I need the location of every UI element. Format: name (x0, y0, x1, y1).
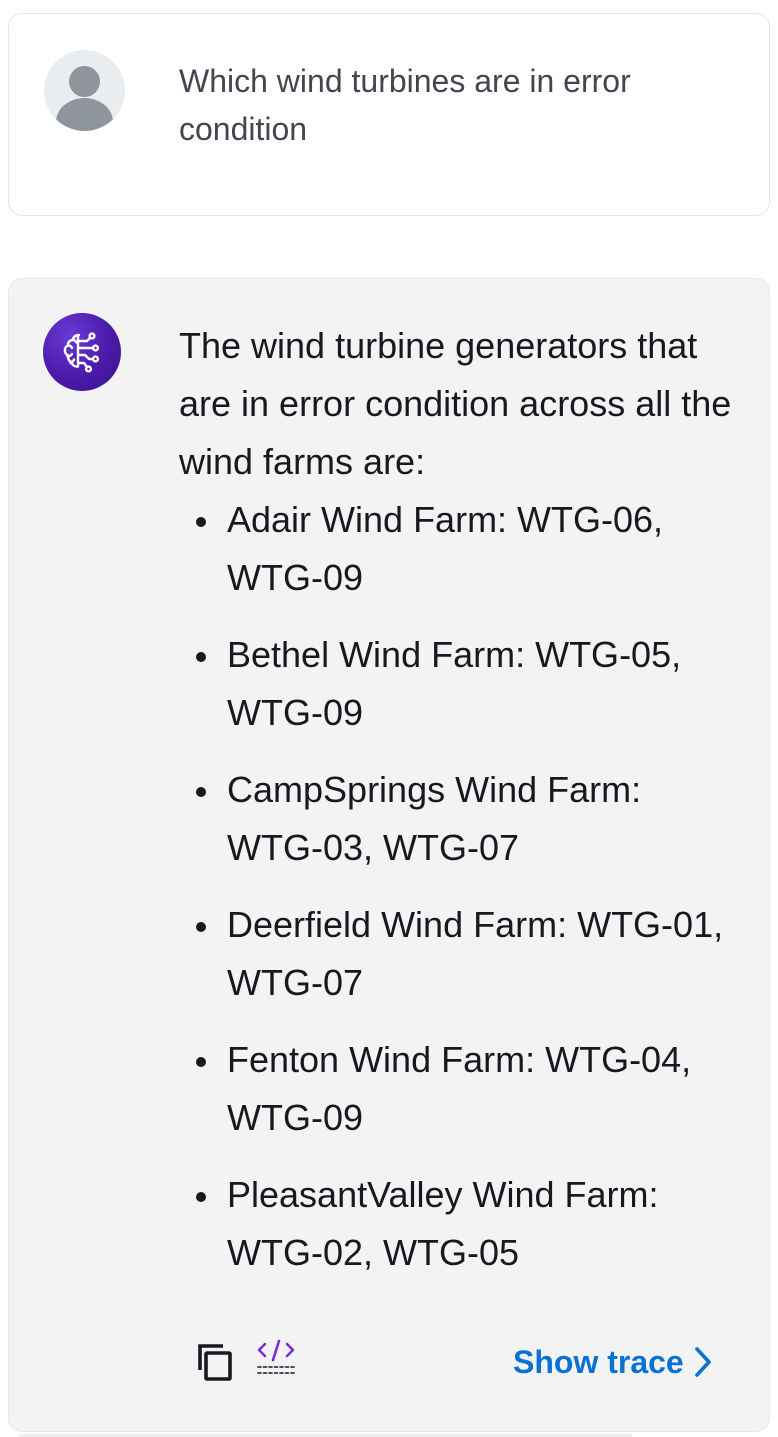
chevron-right-icon (694, 1347, 711, 1377)
user-message-text: Which wind turbines are in error conditi… (179, 63, 631, 147)
assistant-message-card: The wind turbine generators that are in … (8, 278, 770, 1432)
show-trace-label: Show trace (513, 1343, 684, 1380)
show-trace-button[interactable]: Show trace (513, 1339, 712, 1385)
list-item: CampSprings Wind Farm: WTG-03, WTG-07 (179, 761, 739, 877)
error-turbine-list: Adair Wind Farm: WTG-06, WTG-09 Bethel W… (179, 491, 739, 1282)
list-item: PleasantValley Wind Farm: WTG-02, WTG-05 (179, 1166, 739, 1282)
list-item: Bethel Wind Farm: WTG-05, WTG-09 (179, 626, 739, 742)
list-item: Deerfield Wind Farm: WTG-01, WTG-07 (179, 896, 739, 1012)
user-avatar-icon (44, 50, 125, 131)
list-item: Adair Wind Farm: WTG-06, WTG-09 (179, 491, 739, 607)
assistant-intro-text: The wind turbine generators that are in … (179, 325, 732, 482)
code-icon[interactable] (255, 1337, 297, 1379)
ai-brain-icon (43, 313, 121, 391)
list-item: Fenton Wind Farm: WTG-04, WTG-09 (179, 1031, 739, 1147)
copy-icon[interactable] (193, 1341, 235, 1383)
assistant-message-content: The wind turbine generators that are in … (179, 317, 739, 1301)
user-message-card: Which wind turbines are in error conditi… (8, 13, 770, 216)
